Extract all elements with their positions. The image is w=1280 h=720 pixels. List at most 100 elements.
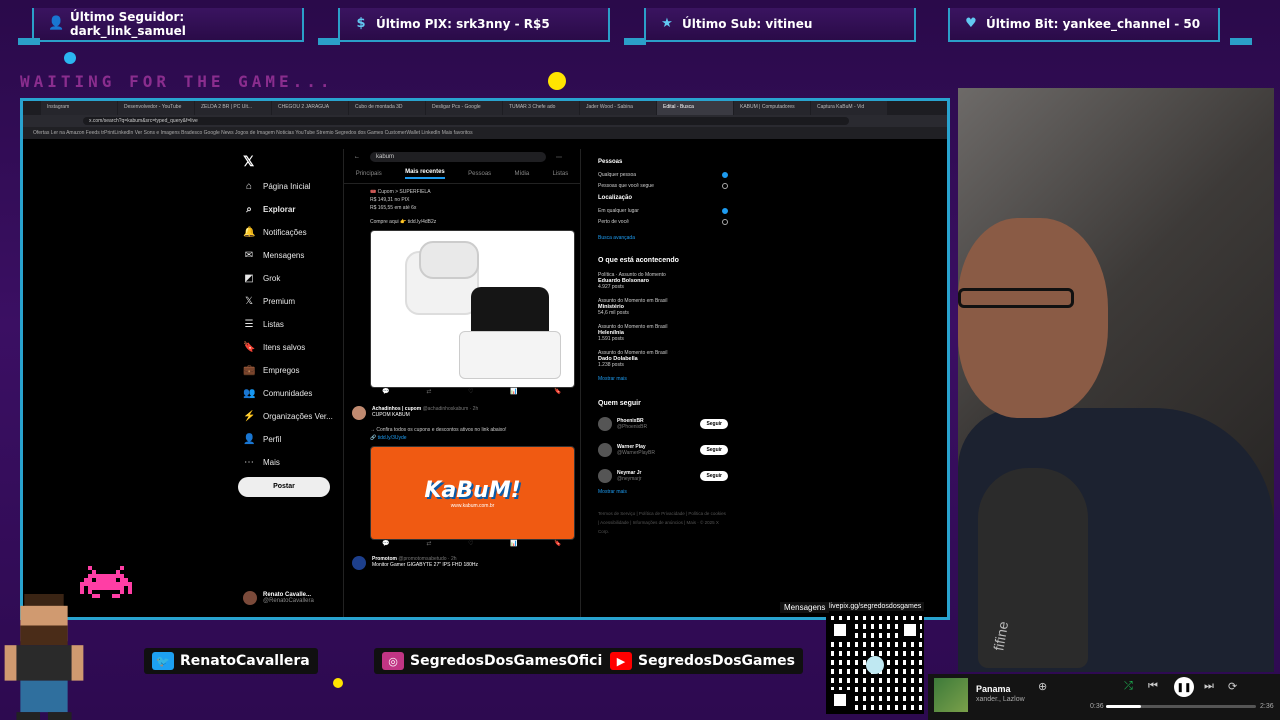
footer-links[interactable]: Termos de Serviço | Política de Privacid… xyxy=(598,509,728,536)
trend-item[interactable]: Política · Assunto do Momento Eduardo Bol… xyxy=(598,272,728,290)
livepix-qr-code xyxy=(826,616,924,714)
avatar xyxy=(352,406,366,420)
sidebar-item-label: Organizações Ver... xyxy=(263,412,333,421)
follow-button[interactable]: Seguir xyxy=(700,419,728,429)
social-label: SegredosDosGamesOficial xyxy=(410,653,617,669)
browser-tab[interactable]: KABUM | Computadores xyxy=(734,101,810,115)
browser-tab[interactable]: CHEGOU 2 JARAGUA xyxy=(272,101,348,115)
browser-tab[interactable]: TUMAR 3 Chefe ado xyxy=(503,101,579,115)
trend-item[interactable]: Assunto do Momento em Brasil Ministério 54… xyxy=(598,298,728,316)
social-link-twitter[interactable]: 🐦 RenatoCavallera xyxy=(144,648,318,674)
song-artist[interactable]: xander., Lazlow xyxy=(976,696,1025,703)
messages-drawer[interactable]: Mensagens xyxy=(780,602,830,613)
account-switcher[interactable]: Renato Cavalle... @RenatoCavallera xyxy=(243,591,314,605)
kabum-url: www.kabum.com.br xyxy=(450,502,495,509)
show-more-trends-link[interactable]: Mostrar mais xyxy=(598,376,728,382)
radio-button[interactable] xyxy=(722,207,728,214)
browser-tab[interactable]: Instagram xyxy=(41,101,117,115)
sidebar-item-label: Mais xyxy=(263,458,280,467)
show-more-follow-link[interactable]: Mostrar mais xyxy=(598,489,728,495)
tab-filter[interactable]: Mais recentes xyxy=(405,169,445,179)
follow-suggestion[interactable]: Warner Play @WarnerPlayBR Seguir xyxy=(598,437,728,463)
social-label: SegredosDosGames xyxy=(638,653,795,669)
follow-suggestion[interactable]: PhoenixBR @PhoenixBR Seguir xyxy=(598,411,728,437)
avatar xyxy=(598,443,612,457)
follow-button[interactable]: Seguir xyxy=(700,445,728,455)
filter-option[interactable]: Qualquer pessoa xyxy=(598,169,728,180)
alert-bar: ♥ Último Bit: yankee_channel - 50 xyxy=(948,8,1220,42)
verified-icon: ⚡ xyxy=(243,411,256,422)
trends-title: O que está acontecendo xyxy=(598,257,679,264)
trend-item[interactable]: Assunto do Momento em Brasil Dado Dolabel… xyxy=(598,350,728,368)
trend-item[interactable]: Assunto do Momento em Brasil Helenílnia 1.… xyxy=(598,324,728,342)
search-icon: ⌕ xyxy=(246,204,252,215)
url-field[interactable]: x.com/search?q=kabum&src=typed_query&f=l… xyxy=(83,117,849,125)
option-label: Qualquer pessoa xyxy=(598,171,637,178)
browser-tab[interactable]: Cubo de montada 3D xyxy=(349,101,425,115)
follow-suggestion[interactable]: Neymar Jr @neymarjr Seguir xyxy=(598,463,728,489)
browser-tab[interactable]: Jader Wood - Sabina xyxy=(580,101,656,115)
kabum-logo: KaBuM! xyxy=(424,477,521,503)
follow-handle: @neymarjr xyxy=(617,476,642,482)
briefcase-icon: 💼 xyxy=(243,365,256,376)
browser-tab[interactable]: Captura KaBuM - Vid xyxy=(811,101,887,115)
browser-tabbar: Instagram Desenvolvedor - YouTube ZELDA 2 … xyxy=(23,101,947,115)
user-icon: 👤 xyxy=(48,16,65,31)
progress-bar[interactable] xyxy=(1106,705,1256,708)
browser-tab[interactable]: Desligar Pcs - Google xyxy=(426,101,502,115)
tweet-line[interactable]: Compre aqui 👉 tidd.ly/4dB2z xyxy=(344,218,580,226)
next-icon[interactable]: ⏭ xyxy=(1204,680,1214,693)
repeat-icon[interactable]: ⟳ xyxy=(1228,680,1237,693)
advanced-search-link[interactable]: Busca avançada xyxy=(598,235,728,241)
tweet-header: Promotom @promotomsabetudo · 2h Monitor … xyxy=(344,556,580,570)
more-options-icon[interactable]: ⋯ xyxy=(556,154,562,161)
browser-tab[interactable]: ZELDA 2 BR | PC Ult... xyxy=(195,101,271,115)
radio-button[interactable] xyxy=(722,171,728,178)
community-icon: 👥 xyxy=(243,388,256,399)
alert-bar: $ Último PIX: srk3nny - R$5 xyxy=(338,8,610,42)
pause-button[interactable]: ❚❚ xyxy=(1174,677,1194,697)
browser-tab[interactable]: Edital - Busca xyxy=(657,101,733,115)
tweet-image-controller-dock[interactable] xyxy=(370,230,575,388)
filter-option[interactable]: Pessoas que você segue xyxy=(598,180,728,191)
radio-button[interactable] xyxy=(722,218,728,225)
bookmarks-bar[interactable]: Ofertas Ler na Amazon Feeds trPrintLinke… xyxy=(23,127,947,139)
alert-label: Último Sub: vitineu xyxy=(682,17,813,31)
search-input[interactable]: kabum xyxy=(370,152,546,162)
mail-icon: ✉ xyxy=(244,250,254,261)
filter-option[interactable]: Perto de você xyxy=(598,216,728,227)
tweet-image-kabum[interactable]: KaBuM! www.kabum.com.br xyxy=(370,446,575,540)
location-filter-title: Localização xyxy=(598,195,633,201)
home-icon: ⌂ xyxy=(245,181,253,192)
tweet-body: 🎟️ Cupom > SUPERFIELA R$ 149,31 no PIX R$ … xyxy=(344,188,580,226)
trend-count: 54,6 mil posts xyxy=(598,310,629,316)
tweet-link[interactable]: 🔗 tidd.ly/3Uyde xyxy=(344,434,580,442)
tab-filter[interactable]: Listas xyxy=(553,171,569,177)
who-to-follow-title: Quem seguir xyxy=(598,400,641,407)
previous-icon[interactable]: ⏮ xyxy=(1148,680,1158,693)
browser-tab[interactable]: Desenvolvedor - YouTube xyxy=(118,101,194,115)
social-link-instagram[interactable]: ◎ SegredosDosGamesOficial xyxy=(374,648,625,674)
tab-filter[interactable]: Principais xyxy=(356,171,382,177)
tweet-actions[interactable]: 💬 ⇄ ♡ 📊 🔖 xyxy=(344,388,580,400)
option-label: Em qualquer lugar xyxy=(598,207,639,214)
radio-button[interactable] xyxy=(722,182,728,189)
shuffle-icon[interactable]: ⤮ xyxy=(1124,680,1133,693)
add-icon[interactable]: ⊕ xyxy=(1038,680,1047,693)
back-arrow-icon[interactable]: ← xyxy=(354,154,360,160)
follow-button[interactable]: Seguir xyxy=(700,471,728,481)
post-button[interactable]: Postar xyxy=(238,477,330,497)
browser-window: Instagram Desenvolvedor - YouTube ZELDA 2 … xyxy=(20,98,950,620)
dollar-icon: $ xyxy=(356,16,366,31)
x-logo-icon[interactable]: 𝕏 xyxy=(243,153,254,170)
social-link-youtube[interactable]: ▶ SegredosDosGames xyxy=(602,648,803,674)
song-title[interactable]: Panama xyxy=(976,684,1011,694)
tab-filter[interactable]: Pessoas xyxy=(468,171,491,177)
tweet-actions[interactable]: 💬 ⇄ ♡ 📊 🔖 xyxy=(344,540,580,552)
tab-filter[interactable]: Mídia xyxy=(515,171,530,177)
filter-option[interactable]: Em qualquer lugar xyxy=(598,205,728,216)
sidebar-item-label: Mensagens xyxy=(263,251,305,260)
search-filter-tabs: Principais Mais recentes Pessoas Mídia Lista… xyxy=(344,165,580,184)
alert-bar: ★ Último Sub: vitineu xyxy=(644,8,916,42)
sidebar-item-label: Notificações xyxy=(263,228,307,237)
